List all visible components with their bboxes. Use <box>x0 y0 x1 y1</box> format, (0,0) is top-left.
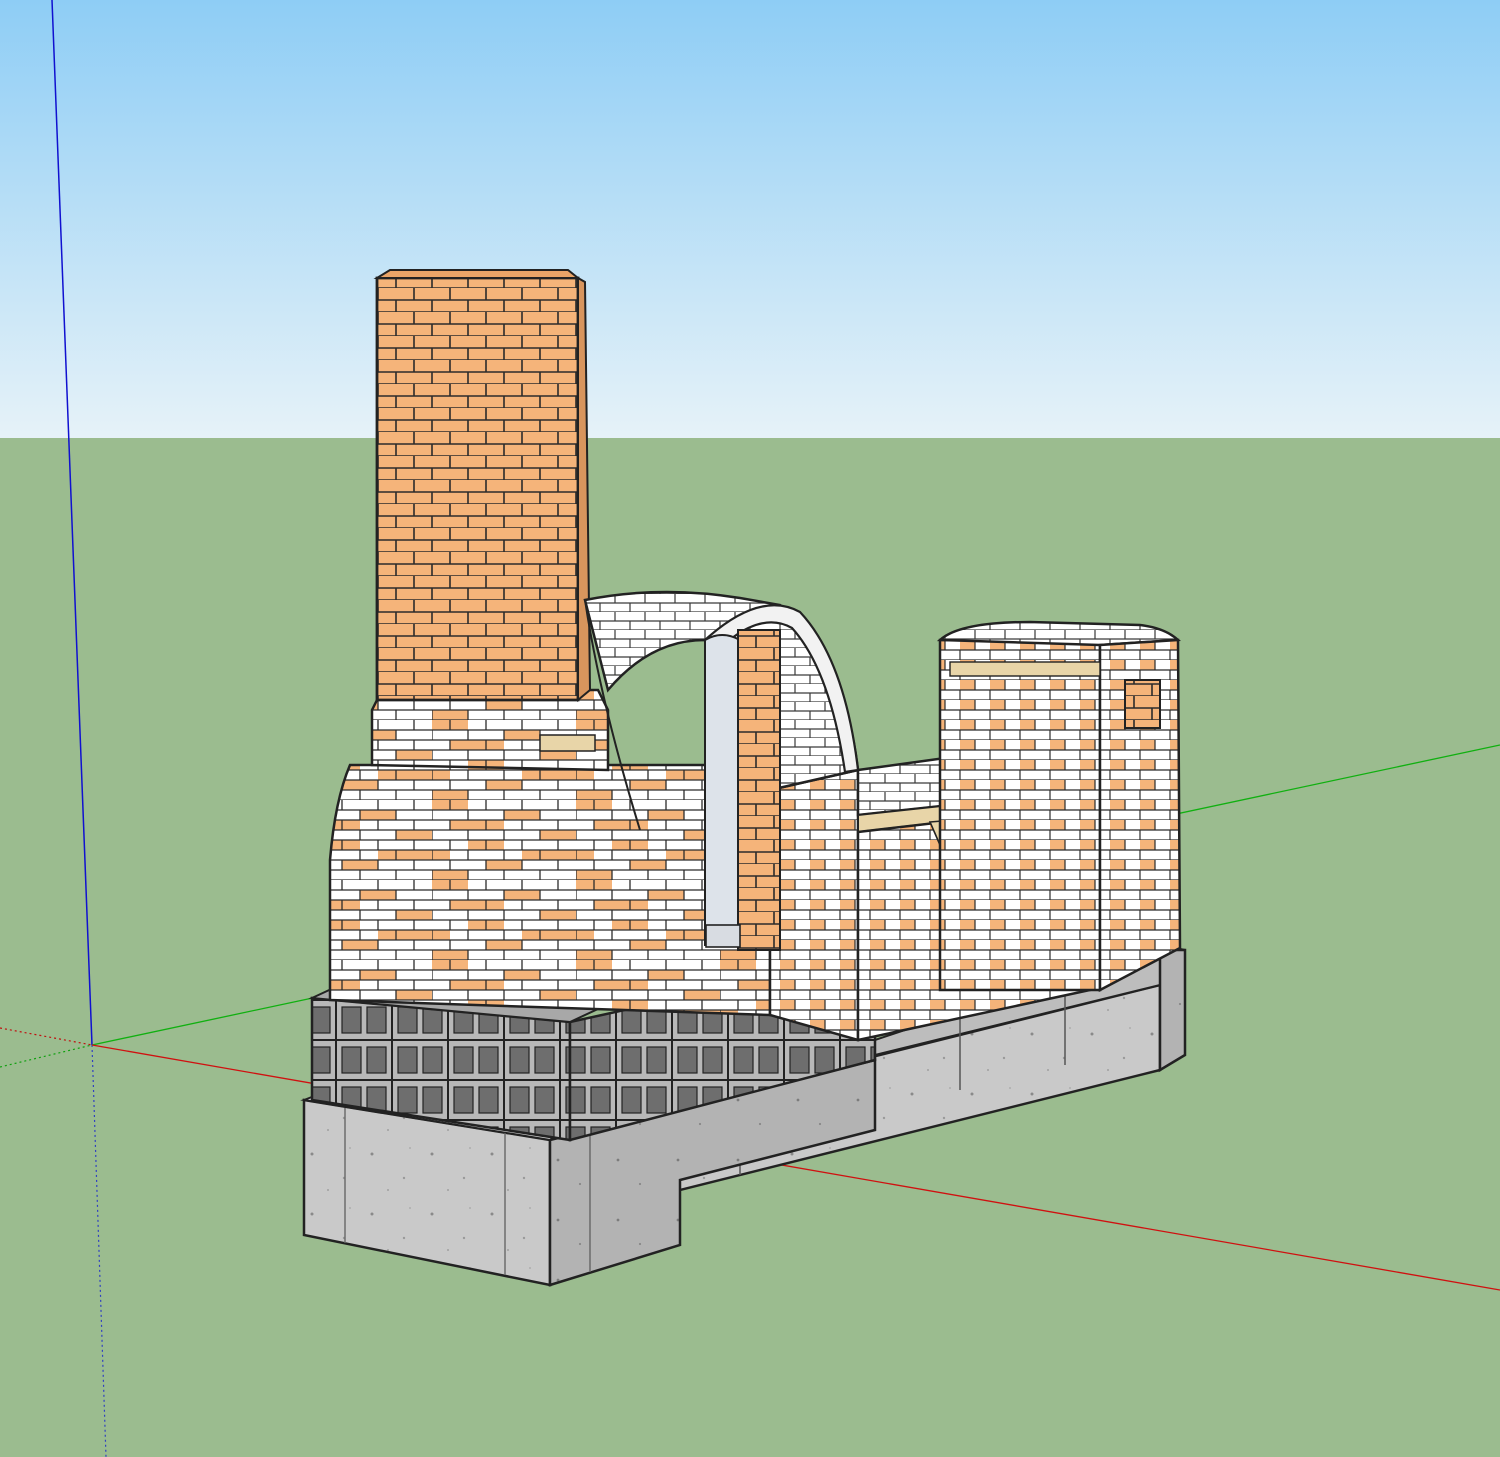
concrete-foundation-right-side <box>1158 948 1187 1073</box>
tower-band <box>949 661 1101 677</box>
arch-opening-interior <box>704 634 741 946</box>
model-viewport[interactable] <box>0 0 1500 1457</box>
chimney-base-step <box>370 688 610 772</box>
arch-interior-column <box>737 629 781 951</box>
chimney-top <box>373 269 581 279</box>
chimney-shaft-front <box>375 276 580 702</box>
firebox-side-wall <box>768 768 860 1042</box>
tower-vent-opening <box>1124 679 1161 729</box>
kiln-3d-scene[interactable] <box>0 0 1500 1457</box>
right-tower-front <box>938 638 1102 992</box>
chimney-damper-slot <box>539 734 596 752</box>
firebox-door <box>705 924 741 948</box>
sky <box>0 0 1500 438</box>
